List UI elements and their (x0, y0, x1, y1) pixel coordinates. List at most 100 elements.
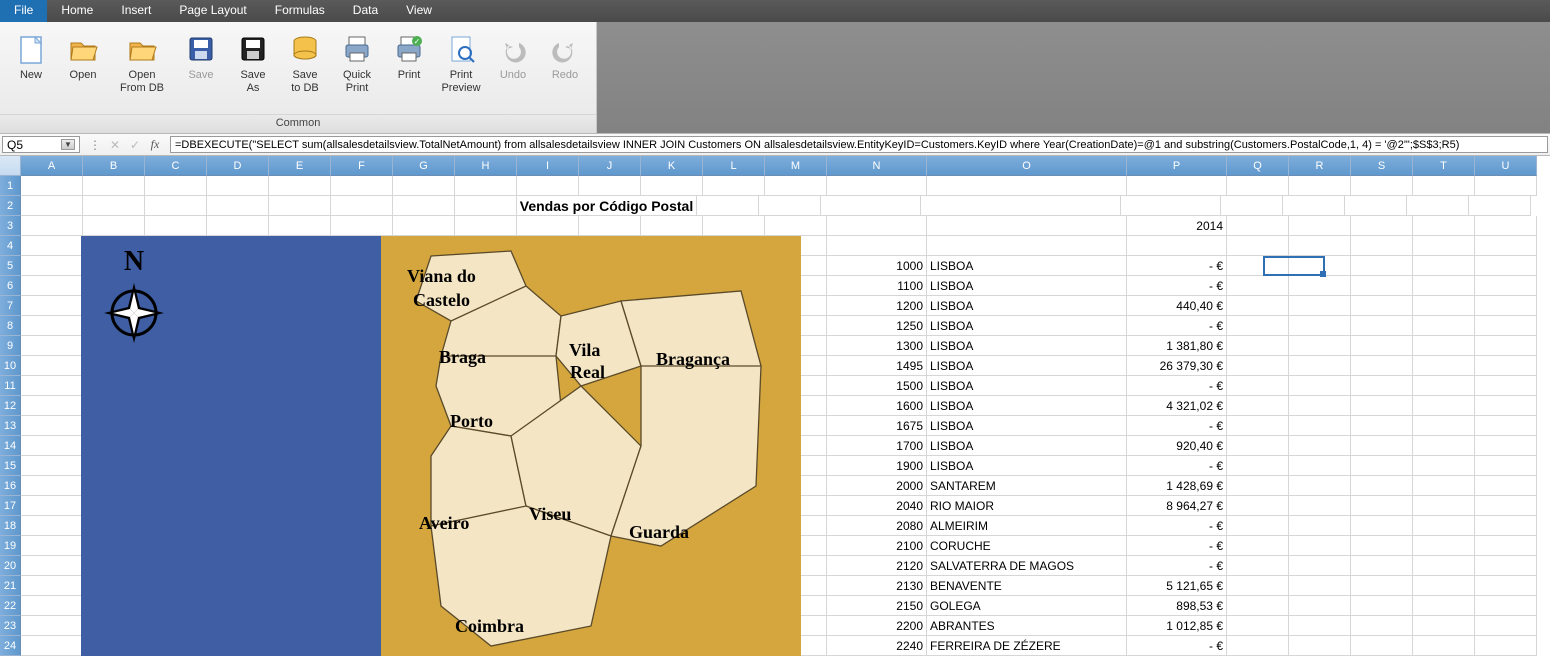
cell[interactable] (1475, 416, 1537, 436)
cell[interactable] (1475, 216, 1537, 236)
cell[interactable] (1413, 276, 1475, 296)
cell[interactable] (1227, 216, 1289, 236)
cell[interactable] (1351, 276, 1413, 296)
cell[interactable] (517, 216, 579, 236)
col-header-N[interactable]: N (827, 156, 927, 176)
cell[interactable] (1227, 416, 1289, 436)
cell[interactable] (1475, 396, 1537, 416)
cell[interactable] (1351, 236, 1413, 256)
col-header-D[interactable]: D (207, 156, 269, 176)
cell[interactable] (21, 356, 83, 376)
cell[interactable] (393, 176, 455, 196)
cell[interactable] (1475, 476, 1537, 496)
cell[interactable] (1475, 316, 1537, 336)
cell[interactable] (1289, 336, 1351, 356)
cell[interactable] (1227, 516, 1289, 536)
quick-print-button[interactable]: QuickPrint (332, 26, 382, 114)
cell[interactable] (1127, 176, 1227, 196)
postal-code-cell[interactable]: 2130 (827, 576, 927, 596)
col-header-P[interactable]: P (1127, 156, 1227, 176)
cell[interactable] (1289, 456, 1351, 476)
amount-cell[interactable]: - € (1127, 456, 1227, 476)
row-header-16[interactable]: 16 (0, 476, 21, 496)
cell[interactable] (1227, 576, 1289, 596)
row-header-14[interactable]: 14 (0, 436, 21, 456)
cell[interactable] (1227, 436, 1289, 456)
select-all-corner[interactable] (0, 156, 21, 176)
col-header-M[interactable]: M (765, 156, 827, 176)
postal-code-cell[interactable]: 1700 (827, 436, 927, 456)
city-cell[interactable]: LISBOA (927, 316, 1127, 336)
cell[interactable] (1475, 336, 1537, 356)
postal-code-cell[interactable]: 1200 (827, 296, 927, 316)
cell[interactable] (1351, 536, 1413, 556)
cell[interactable] (21, 536, 83, 556)
cell[interactable] (1351, 436, 1413, 456)
name-box-dropdown[interactable]: ▼ (61, 139, 75, 150)
cell[interactable] (331, 176, 393, 196)
cell[interactable] (1227, 476, 1289, 496)
row-header-11[interactable]: 11 (0, 376, 21, 396)
cell[interactable] (1475, 556, 1537, 576)
cell[interactable] (1413, 416, 1475, 436)
row-header-24[interactable]: 24 (0, 636, 21, 656)
cell[interactable] (455, 196, 517, 216)
menu-item-page-layout[interactable]: Page Layout (165, 0, 260, 22)
city-cell[interactable]: CORUCHE (927, 536, 1127, 556)
amount-cell[interactable]: 920,40 € (1127, 436, 1227, 456)
cell[interactable] (21, 396, 83, 416)
cell[interactable] (765, 216, 827, 236)
col-header-K[interactable]: K (641, 156, 703, 176)
city-cell[interactable]: LISBOA (927, 296, 1127, 316)
cell[interactable] (1413, 636, 1475, 656)
cell[interactable] (1289, 636, 1351, 656)
cell[interactable] (1289, 416, 1351, 436)
cell[interactable] (393, 216, 455, 236)
row-header-3[interactable]: 3 (0, 216, 21, 236)
postal-code-cell[interactable]: 2080 (827, 516, 927, 536)
cell[interactable] (1227, 336, 1289, 356)
cell[interactable] (21, 296, 83, 316)
amount-cell[interactable]: - € (1127, 536, 1227, 556)
row-header-5[interactable]: 5 (0, 256, 21, 276)
cell[interactable] (1475, 436, 1537, 456)
cell[interactable] (1289, 316, 1351, 336)
title-cell[interactable]: Vendas por Código Postal (517, 196, 697, 216)
open-from-db-button[interactable]: OpenFrom DB (110, 26, 174, 114)
cell[interactable] (1351, 636, 1413, 656)
cell[interactable] (1475, 576, 1537, 596)
city-cell[interactable]: FERREIRA DE ZÉZERE (927, 636, 1127, 656)
city-cell[interactable]: ABRANTES (927, 616, 1127, 636)
cell[interactable] (1351, 396, 1413, 416)
col-header-E[interactable]: E (269, 156, 331, 176)
cell[interactable] (21, 596, 83, 616)
cell[interactable] (1475, 296, 1537, 316)
cell[interactable] (21, 556, 83, 576)
postal-code-cell[interactable]: 1600 (827, 396, 927, 416)
amount-cell[interactable]: 898,53 € (1127, 596, 1227, 616)
cell[interactable] (1289, 556, 1351, 576)
cell[interactable] (21, 476, 83, 496)
col-header-B[interactable]: B (83, 156, 145, 176)
cell[interactable] (1351, 316, 1413, 336)
row-header-13[interactable]: 13 (0, 416, 21, 436)
cell[interactable] (21, 416, 83, 436)
cell[interactable] (1413, 396, 1475, 416)
row-header-23[interactable]: 23 (0, 616, 21, 636)
cell[interactable] (1351, 296, 1413, 316)
cell[interactable] (1351, 216, 1413, 236)
cell[interactable] (1413, 376, 1475, 396)
col-header-I[interactable]: I (517, 156, 579, 176)
postal-code-cell[interactable]: 2100 (827, 536, 927, 556)
cell[interactable] (697, 196, 759, 216)
cell[interactable] (1351, 416, 1413, 436)
cell[interactable] (1413, 556, 1475, 576)
cell[interactable] (1289, 356, 1351, 376)
city-cell[interactable]: LISBOA (927, 356, 1127, 376)
cell[interactable] (1227, 556, 1289, 576)
cell[interactable] (1351, 376, 1413, 396)
cell[interactable] (1413, 576, 1475, 596)
cell[interactable] (921, 196, 1121, 216)
cell[interactable] (703, 216, 765, 236)
cell[interactable] (83, 196, 145, 216)
